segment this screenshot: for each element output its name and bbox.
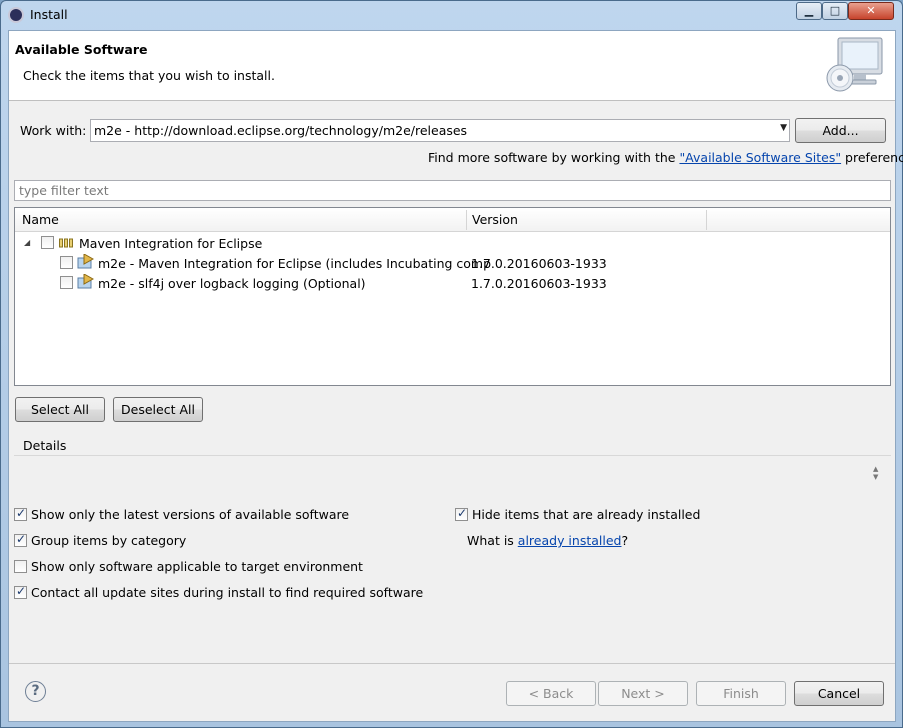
- item-checkbox[interactable]: [60, 256, 73, 269]
- dialog-header: Available Software Check the items that …: [9, 31, 895, 101]
- what-is-prefix: What is: [467, 533, 518, 548]
- target-env-label: Show only software applicable to target …: [31, 559, 363, 574]
- page-title: Available Software: [15, 42, 148, 57]
- item-name: m2e - slf4j over logback logging (Option…: [98, 276, 366, 291]
- available-sites-link[interactable]: "Available Software Sites": [679, 150, 841, 165]
- find-more-prefix: Find more software by working with the: [428, 150, 680, 165]
- window-title: Install: [30, 7, 68, 22]
- category-checkbox[interactable]: [41, 236, 54, 249]
- tree-row-category[interactable]: ◢ Maven Integration for Eclipse: [15, 233, 890, 253]
- chevron-down-icon[interactable]: ▼: [780, 123, 787, 133]
- work-with-combo[interactable]: m2e - http://download.eclipse.org/techno…: [90, 119, 790, 142]
- title-bar: Install ▁ □ ✕: [1, 1, 902, 29]
- column-divider[interactable]: [466, 210, 467, 230]
- item-checkbox[interactable]: [60, 276, 73, 289]
- group-by-category-checkbox[interactable]: [14, 532, 27, 547]
- group-by-category-label: Group items by category: [31, 533, 187, 548]
- deselect-all-button[interactable]: Deselect All: [113, 397, 203, 422]
- item-version: 1.7.0.20160603-1933: [471, 256, 607, 271]
- dialog-client-area: Available Software Check the items that …: [8, 30, 903, 722]
- item-version: 1.7.0.20160603-1933: [471, 276, 607, 291]
- latest-versions-label: Show only the latest versions of availab…: [31, 507, 350, 522]
- column-name-header[interactable]: Name: [22, 212, 59, 227]
- maximize-button[interactable]: □: [822, 2, 848, 20]
- finish-button[interactable]: Finish: [696, 681, 786, 706]
- hide-installed-checkbox[interactable]: [455, 506, 468, 521]
- help-icon[interactable]: ?: [25, 681, 46, 702]
- filter-input[interactable]: [15, 181, 890, 200]
- filter-field[interactable]: [14, 180, 891, 201]
- minimize-button[interactable]: ▁: [796, 2, 822, 20]
- tree-header: Name Version: [15, 208, 890, 232]
- install-banner-icon: [826, 37, 883, 92]
- find-more-suffix: preferences.: [845, 150, 903, 165]
- details-area: [14, 455, 891, 501]
- eclipse-app-icon: [8, 7, 24, 23]
- work-with-value: m2e - http://download.eclipse.org/techno…: [94, 123, 468, 138]
- select-all-button[interactable]: Select All: [15, 397, 105, 422]
- target-env-checkbox[interactable]: [14, 560, 27, 573]
- plugin-feature-icon: [77, 254, 94, 269]
- expand-triangle-icon[interactable]: ◢: [24, 238, 30, 247]
- item-name: m2e - Maven Integration for Eclipse (inc…: [98, 256, 492, 271]
- already-installed-link[interactable]: already installed: [518, 533, 622, 548]
- what-is-suffix: ?: [621, 533, 629, 548]
- hide-installed-label: Hide items that are already installed: [472, 507, 701, 522]
- next-button[interactable]: Next >: [598, 681, 688, 706]
- column-divider[interactable]: [706, 210, 707, 230]
- install-window: Install ▁ □ ✕ Available Software Check t…: [0, 0, 903, 728]
- back-button[interactable]: < Back: [506, 681, 596, 706]
- contact-sites-label: Contact all update sites during install …: [31, 585, 424, 600]
- cancel-button[interactable]: Cancel: [794, 681, 884, 706]
- column-version-header[interactable]: Version: [472, 212, 518, 227]
- page-subtitle: Check the items that you wish to install…: [23, 68, 275, 83]
- details-label: Details: [23, 438, 67, 453]
- software-tree: Name Version ◢ Maven Integration for Ecl…: [14, 207, 891, 386]
- plugin-feature-icon: [77, 274, 94, 289]
- footer-divider: [9, 663, 895, 664]
- tree-row[interactable]: m2e - slf4j over logback logging (Option…: [15, 273, 890, 293]
- find-more-text: Find more software by working with the "…: [428, 150, 903, 165]
- latest-versions-checkbox[interactable]: [14, 506, 27, 521]
- details-scroll-arrows-icon[interactable]: ▲ ▼: [873, 465, 878, 481]
- category-label: Maven Integration for Eclipse: [79, 236, 263, 251]
- category-icon: [59, 238, 73, 248]
- close-button[interactable]: ✕: [848, 2, 894, 20]
- work-with-label: Work with:: [20, 123, 87, 138]
- tree-row[interactable]: m2e - Maven Integration for Eclipse (inc…: [15, 253, 890, 273]
- contact-sites-checkbox[interactable]: [14, 584, 27, 599]
- what-is-text: What is already installed?: [467, 533, 628, 548]
- add-site-button[interactable]: Add...: [795, 118, 886, 143]
